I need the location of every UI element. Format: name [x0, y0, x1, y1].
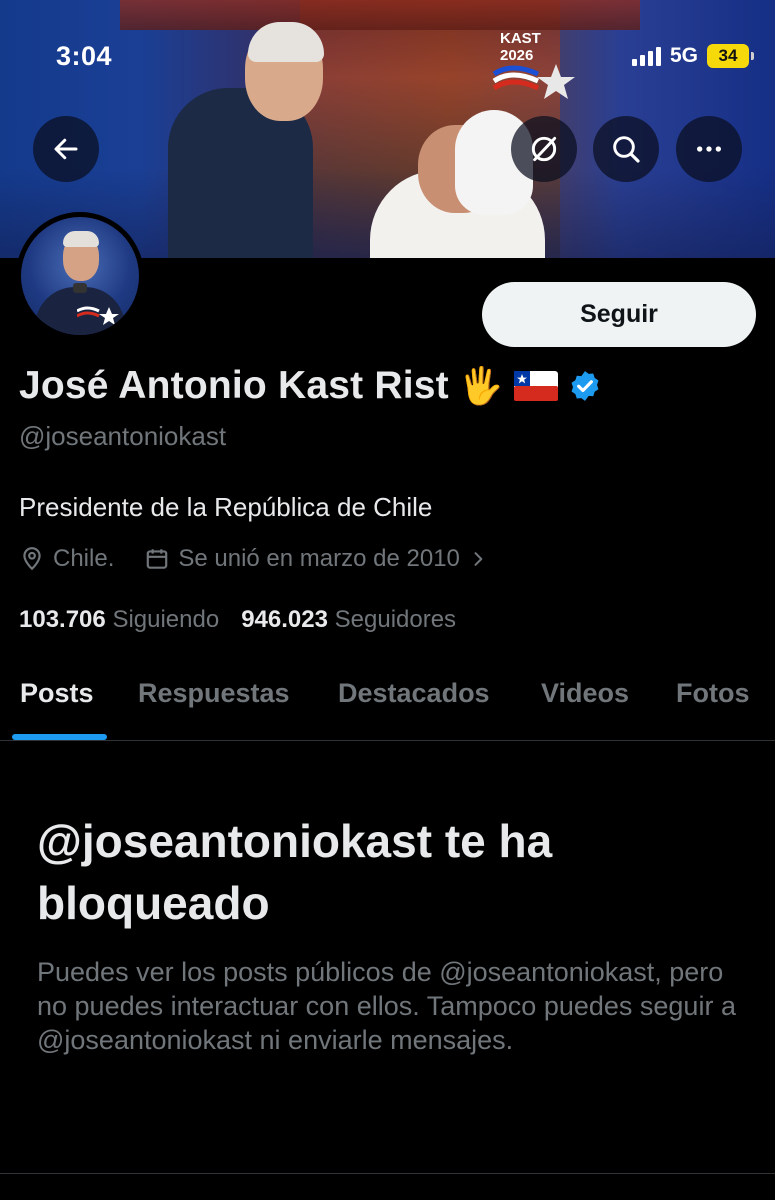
profile-banner[interactable]: KAST 2026 [0, 0, 775, 258]
status-time: 3:04 [56, 41, 113, 71]
tab-posts[interactable]: Posts [20, 678, 94, 709]
network-label: 5G [669, 44, 698, 67]
profile-name: José Antonio Kast Rist [19, 364, 449, 407]
following-link[interactable]: 103.706 Siguiendo [19, 606, 219, 634]
tab-fotos[interactable]: Fotos [676, 678, 750, 709]
follow-button[interactable]: Seguir [482, 282, 756, 347]
tab-videos[interactable]: Videos [541, 678, 629, 709]
status-indicators: 5G 34 [631, 44, 754, 68]
blocked-title: @joseantoniokast te ha bloqueado [37, 815, 553, 929]
signal-icon [631, 46, 661, 66]
back-button[interactable] [33, 116, 99, 182]
chevron-right-icon [474, 552, 483, 566]
profile-avatar[interactable] [16, 212, 144, 340]
location-item: Chile. [19, 545, 114, 573]
avatar-photo [21, 217, 139, 335]
chile-flag-icon [513, 371, 558, 401]
joined-item[interactable]: Se unió en marzo de 2010 [144, 545, 488, 573]
tab-respuestas[interactable]: Respuestas [138, 678, 290, 709]
joined-label: Se unió en marzo de 2010 [178, 545, 460, 572]
followers-count: 946.023 [241, 606, 328, 633]
following-label: Siguiendo [112, 606, 220, 633]
grok-button[interactable] [511, 116, 577, 182]
logo-line-2: 2026 [500, 47, 534, 64]
kast-2026-logo: KAST 2026 [492, 30, 582, 102]
location-pin-icon [23, 547, 41, 571]
blocked-description: Puedes ver los posts públicos de @josean… [37, 957, 736, 1055]
profile-name-row: José Antonio Kast Rist 🖐 [19, 364, 602, 408]
follow-stats: 103.706 Siguiendo 946.023 Seguidores [19, 606, 456, 634]
battery-icon: 34 [707, 44, 754, 68]
location-label: Chile. [53, 545, 115, 572]
banner-photo-roof [120, 0, 640, 30]
calendar-icon [147, 549, 168, 569]
back-arrow-icon [54, 138, 78, 160]
verified-badge-icon[interactable] [568, 369, 602, 403]
bottom-divider [0, 1173, 775, 1174]
followers-link[interactable]: 946.023 Seguidores [241, 606, 456, 634]
profile-bio: Presidente de la República de Chile [19, 492, 433, 522]
profile-handle: @joseantoniokast [19, 421, 227, 451]
logo-line-1: KAST [500, 30, 541, 47]
search-button[interactable] [593, 116, 659, 182]
avatar-flag-star-icon [77, 306, 119, 325]
profile-tabs: Posts Respuestas Destacados Videos Fotos [0, 660, 775, 741]
active-tab-indicator [12, 734, 107, 740]
grok-icon [531, 136, 557, 162]
logo-flag-star-icon [492, 64, 575, 99]
more-icon [697, 146, 721, 152]
profile-meta: Chile. Se unió en marzo de 2010 [19, 545, 488, 573]
following-count: 103.706 [19, 606, 106, 633]
followers-label: Seguidores [334, 606, 457, 633]
tab-destacados[interactable]: Destacados [338, 678, 490, 709]
more-button[interactable] [676, 116, 742, 182]
search-icon [613, 136, 640, 163]
raised-hand-icon: 🖐 [458, 365, 504, 406]
